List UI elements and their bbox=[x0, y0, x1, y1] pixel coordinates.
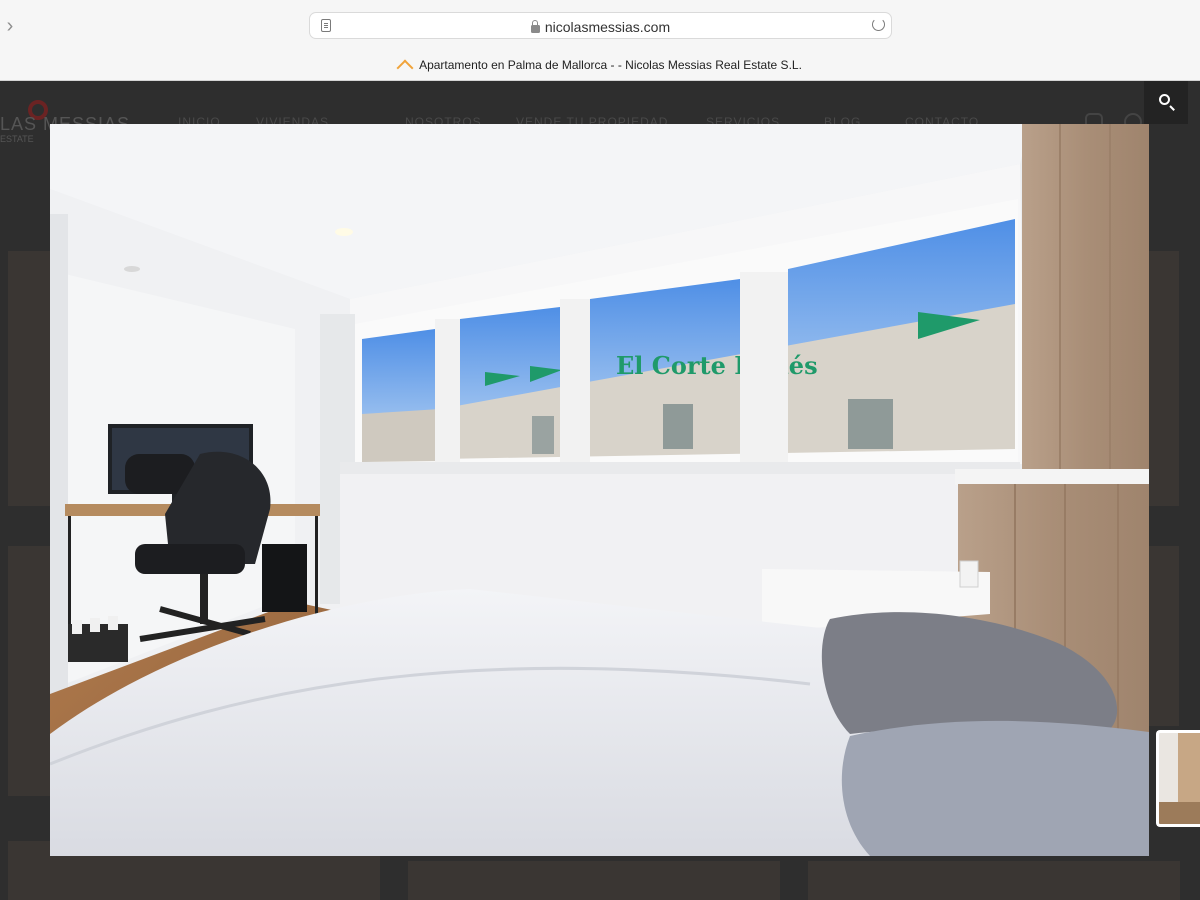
gallery-thumbnail[interactable] bbox=[1156, 730, 1200, 827]
logo-subtext: ESTATE bbox=[0, 134, 34, 144]
tab-title[interactable]: Apartamento en Palma de Mallorca - - Nic… bbox=[0, 58, 1200, 72]
forward-chevron-icon[interactable]: › bbox=[2, 15, 18, 37]
url-text: nicolasmessias.com bbox=[544, 19, 671, 35]
tab-title-text: Apartamento en Palma de Mallorca - - Nic… bbox=[419, 58, 802, 72]
search-icon bbox=[1159, 94, 1170, 105]
bedroom-photo-illustration: El Corte Inglés bbox=[50, 124, 1149, 856]
listing-card[interactable] bbox=[8, 251, 50, 506]
listing-card[interactable] bbox=[1149, 251, 1179, 506]
listing-card[interactable] bbox=[408, 861, 780, 900]
listing-card[interactable] bbox=[8, 546, 50, 796]
lightbox-photo[interactable]: El Corte Inglés bbox=[50, 124, 1149, 856]
lock-icon bbox=[530, 20, 540, 33]
address-bar[interactable]: nicolasmessias.com bbox=[309, 12, 892, 39]
reload-icon[interactable] bbox=[872, 18, 885, 31]
browser-toolbar: › nicolasmessias.com Apartamento en Palm… bbox=[0, 0, 1200, 81]
search-button[interactable] bbox=[1144, 81, 1188, 124]
listing-card[interactable] bbox=[1149, 546, 1179, 726]
url-display[interactable]: nicolasmessias.com bbox=[310, 19, 891, 35]
favicon-roof-icon bbox=[398, 60, 414, 69]
thumbnail-floor bbox=[1159, 802, 1200, 824]
listing-card[interactable] bbox=[808, 861, 1180, 900]
